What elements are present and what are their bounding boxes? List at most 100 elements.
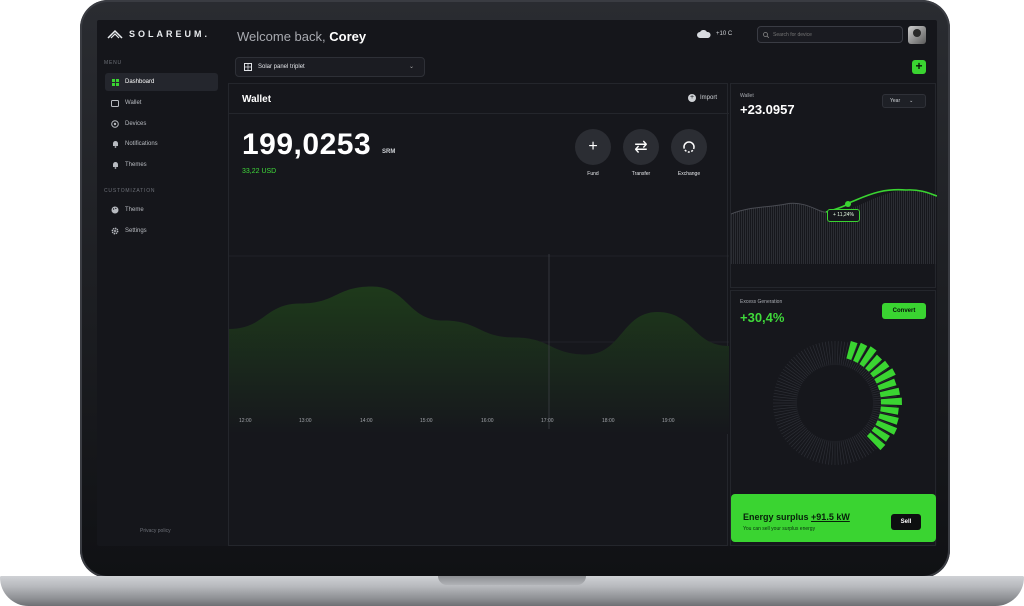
exchange-label: Exchange: [677, 171, 701, 177]
wallet-icon: [111, 99, 119, 107]
radial-tick: [842, 440, 849, 464]
sidebar-item-label: Wallet: [125, 100, 142, 106]
surplus-amount: +91.5 kW: [811, 512, 850, 522]
wallet-summary-panel: Wallet +23.0957 Year ⌄ + 11,24%: [730, 83, 937, 288]
radial-tick: [824, 341, 830, 366]
bell-icon: [111, 140, 119, 148]
bell-icon: [111, 161, 119, 169]
chevron-down-icon: ⌄: [909, 98, 914, 104]
radial-tick: [872, 404, 897, 407]
top-bar: SOLAREUM. Welcome back, Corey +10 C: [97, 20, 937, 52]
laptop-mockup: SOLAREUM. Welcome back, Corey +10 C MENU…: [0, 0, 1024, 606]
sidebar-item-settings[interactable]: Settings: [105, 222, 218, 240]
period-dropdown[interactable]: Year ⌄: [882, 94, 926, 108]
fund-button[interactable]: + Fund: [574, 129, 612, 177]
exchange-icon: [671, 129, 707, 165]
radial-tick: [831, 341, 834, 366]
wallet-currency: SRM: [382, 149, 396, 155]
weather-widget: +10 C: [697, 30, 732, 38]
import-button[interactable]: + Import: [687, 94, 717, 102]
avatar[interactable]: [908, 26, 926, 44]
radial-tick: [773, 399, 798, 402]
surplus-title: Energy surplus +91.5 kW: [743, 512, 850, 522]
radial-tick: [821, 440, 828, 464]
privacy-policy-link[interactable]: Privacy policy: [140, 528, 171, 534]
sidebar-item-label: Settings: [125, 228, 147, 234]
transfer-button[interactable]: ⇄ Transfer: [622, 129, 660, 177]
excess-radial-chart: [773, 340, 902, 465]
convert-button[interactable]: Convert: [882, 303, 926, 319]
wallet-sparkline: [731, 188, 937, 264]
wallet-balance: 199,0253: [242, 128, 372, 161]
temperature: +10 C: [716, 31, 733, 37]
excess-value: +30,4%: [740, 310, 785, 325]
radial-tick: [840, 440, 846, 465]
sidebar-item-label: Notifications: [125, 141, 158, 147]
customization-section-label: CUSTOMIZATION: [104, 188, 156, 194]
radial-tick: [838, 341, 842, 366]
sparkline-area: [731, 189, 937, 264]
radial-tick: [831, 440, 834, 465]
radial-tick: [773, 392, 798, 398]
sidebar: MENU Dashboard Wallet Devices Notificati…: [97, 52, 228, 546]
wallet-usd-value: 33,22 USD: [242, 168, 277, 175]
radial-segment: [880, 397, 902, 405]
solar-panel-icon: [244, 63, 252, 71]
sparkline-tooltip: + 11,24%: [827, 209, 860, 222]
fund-label: Fund: [587, 171, 599, 177]
time-label: 17:00: [541, 418, 554, 424]
time-label: 14:00: [360, 418, 373, 424]
sidebar-item-dashboard[interactable]: Dashboard: [105, 73, 218, 91]
radial-tick: [824, 440, 830, 465]
brand-name: SOLAREUM.: [129, 29, 210, 39]
wallet-summary-value: +23.0957: [740, 102, 795, 117]
user-name: Corey: [329, 29, 367, 44]
radial-tick: [842, 342, 849, 366]
sidebar-item-notifications[interactable]: Notifications: [105, 135, 218, 153]
add-button[interactable]: +: [912, 60, 926, 74]
transfer-label: Transfer: [631, 171, 651, 177]
wallet-panel-header: Wallet + Import: [229, 84, 729, 114]
sidebar-item-devices[interactable]: Devices: [105, 115, 218, 133]
gear-icon: [111, 227, 119, 235]
wallet-panel: Wallet + Import 199,0253 SRM 33,22 USD +…: [228, 83, 729, 546]
grid-icon: [111, 78, 119, 86]
wallet-title: Wallet: [242, 94, 272, 105]
time-label: 12:00: [239, 418, 252, 424]
radial-tick: [773, 408, 798, 414]
period-label: Year: [890, 98, 901, 104]
time-label: 13:00: [299, 418, 312, 424]
search-box[interactable]: [757, 26, 903, 43]
radial-tick: [821, 342, 828, 366]
sidebar-item-themes[interactable]: Themes: [105, 156, 218, 174]
sell-button[interactable]: Sell: [891, 514, 921, 530]
wallet-summary-label: Wallet: [740, 93, 754, 99]
radial-tick: [828, 341, 832, 366]
sidebar-item-theme[interactable]: Theme: [105, 201, 218, 219]
radial-tick: [838, 440, 842, 465]
cloud-icon: [697, 30, 711, 38]
welcome-prefix: Welcome back,: [237, 29, 326, 44]
time-label: 19:00: [662, 418, 675, 424]
sidebar-item-wallet[interactable]: Wallet: [105, 94, 218, 112]
search-icon: [763, 31, 769, 38]
menu-section-label: MENU: [104, 60, 122, 66]
chevron-down-icon: ⌄: [408, 64, 414, 70]
device-selector[interactable]: Solar panel triplet ⌄: [235, 57, 425, 77]
time-label: 15:00: [420, 418, 433, 424]
brand-logo[interactable]: SOLAREUM.: [107, 28, 210, 40]
radial-tick: [840, 341, 846, 366]
devices-icon: [111, 120, 119, 128]
sun-logo-icon: [107, 29, 123, 39]
plus-icon: +: [575, 129, 611, 165]
radial-tick: [773, 406, 798, 410]
exchange-button[interactable]: Exchange: [670, 129, 708, 177]
radial-highlight: [846, 340, 902, 451]
radial-tick: [773, 404, 798, 407]
radial-tick: [774, 389, 798, 396]
radial-tick: [790, 429, 809, 448]
radial-tick: [828, 440, 832, 465]
sparkline-point: [845, 201, 851, 207]
search-input[interactable]: [773, 31, 883, 38]
app-screen: SOLAREUM. Welcome back, Corey +10 C MENU…: [97, 20, 937, 546]
